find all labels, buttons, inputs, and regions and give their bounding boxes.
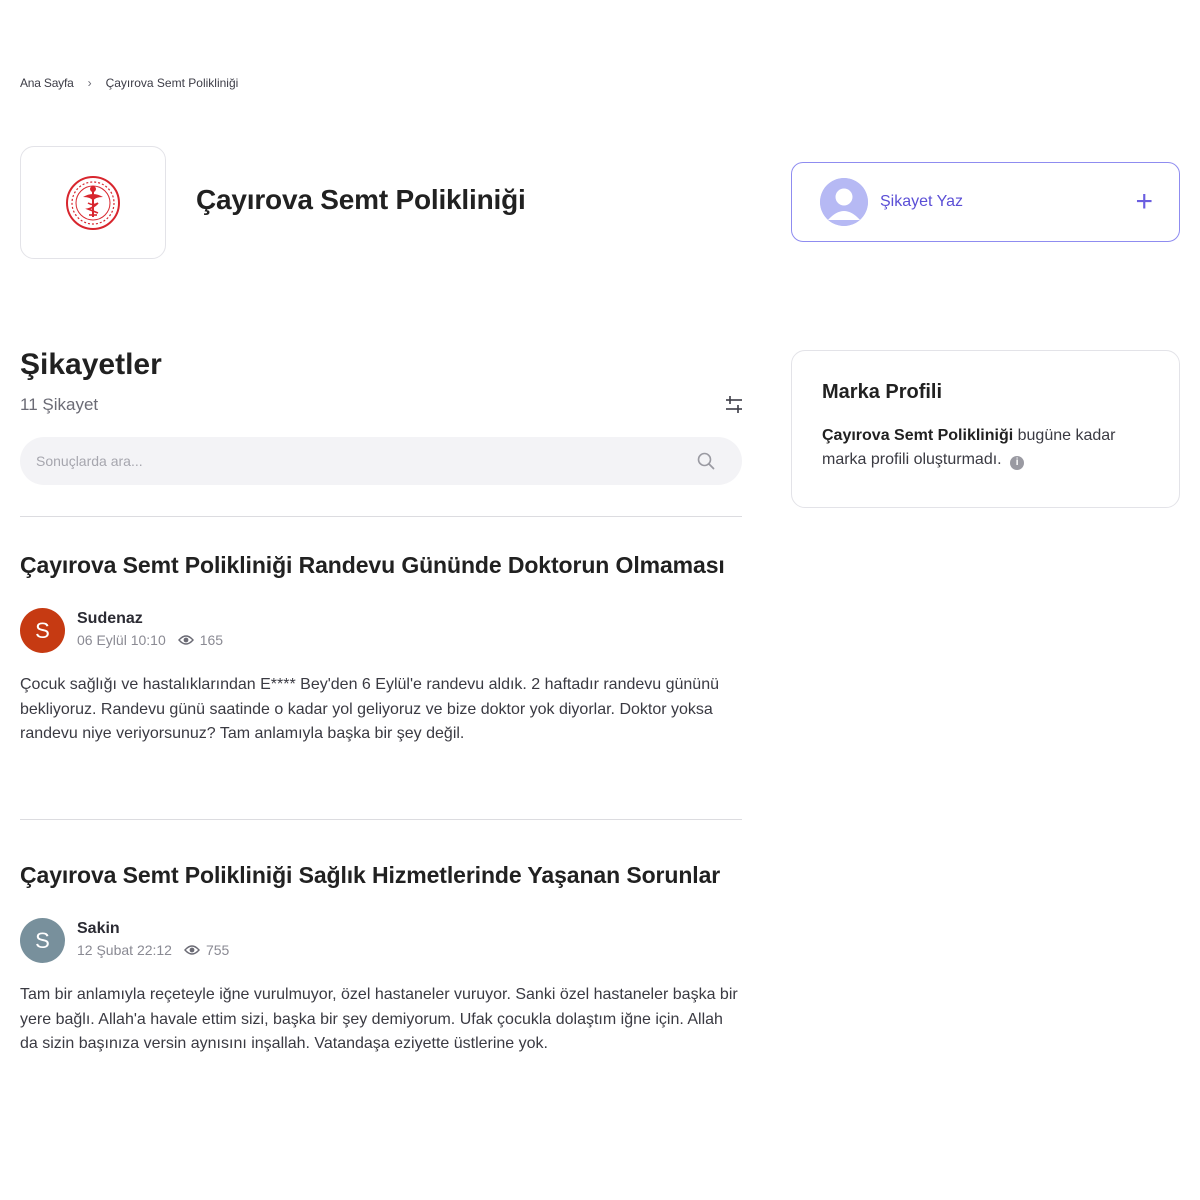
user-avatar-icon: [820, 178, 868, 226]
sliders-icon: [726, 396, 742, 413]
complaint-date: 06 Eylül 10:10: [77, 632, 166, 648]
health-ministry-logo-icon: [66, 175, 120, 230]
view-count: 165: [199, 632, 224, 648]
breadcrumb-current: Çayırova Semt Polikliniği: [105, 76, 239, 90]
search-input[interactable]: [36, 453, 696, 469]
eye-icon: [177, 635, 194, 645]
write-complaint-label: Şikayet Yaz: [880, 193, 964, 210]
search-icon[interactable]: [696, 451, 716, 471]
view-count: 755: [205, 942, 230, 958]
complaint-meta: S Sakin 12 Şubat 22:12 755: [20, 918, 742, 963]
search-bar: [20, 437, 742, 485]
complaint-count: 11 Şikayet: [20, 395, 99, 414]
complaint-title[interactable]: Çayırova Semt Polikliniği Randevu Gününd…: [20, 549, 742, 582]
breadcrumb-home-link[interactable]: Ana Sayfa: [20, 76, 74, 90]
write-complaint-button[interactable]: Şikayet Yaz +: [791, 162, 1180, 242]
brand-logo: [20, 146, 166, 259]
complaint-date: 12 Şubat 22:12: [77, 942, 172, 958]
complaints-heading: Şikayetler: [20, 348, 162, 381]
info-icon[interactable]: i: [1010, 456, 1025, 470]
complaint-body: Çocuk sağlığı ve hastalıklarından E**** …: [20, 676, 719, 742]
divider: [20, 819, 742, 820]
chevron-right-icon: ›: [87, 76, 92, 90]
complaint-author: Sudenaz: [77, 610, 143, 627]
page-title: Çayırova Semt Polikliniği: [196, 184, 526, 215]
avatar: S: [20, 918, 65, 963]
divider: [20, 516, 742, 517]
complaint-card[interactable]: Çayırova Semt Polikliniği Sağlık Hizmetl…: [20, 859, 742, 1057]
breadcrumb: Ana Sayfa › Çayırova Semt Polikliniği: [20, 76, 238, 90]
page: Ana Sayfa › Çayırova Semt Polikliniği Ça…: [0, 0, 1200, 1200]
brand-profile-description: Çayırova Semt Polikliniği bugüne kadar m…: [822, 424, 1149, 472]
complaint-author: Sakin: [77, 920, 120, 937]
complaint-card[interactable]: Çayırova Semt Polikliniği Randevu Gününd…: [20, 549, 742, 747]
complaint-title[interactable]: Çayırova Semt Polikliniği Sağlık Hizmetl…: [20, 859, 742, 892]
brand-profile-title: Marka Profili: [822, 381, 943, 403]
filter-button[interactable]: [722, 394, 746, 416]
plus-icon: +: [1135, 185, 1153, 218]
avatar: S: [20, 608, 65, 653]
brand-profile-box: Marka Profili Çayırova Semt Polikliniği …: [791, 350, 1180, 508]
complaint-body: Tam bir anlamıyla reçeteyle iğne vurulmu…: [20, 986, 738, 1052]
eye-icon: [184, 945, 200, 955]
brand-profile-name: Çayırova Semt Polikliniği: [822, 427, 1014, 444]
complaint-meta: S Sudenaz 06 Eylül 10:10 165: [20, 608, 742, 653]
